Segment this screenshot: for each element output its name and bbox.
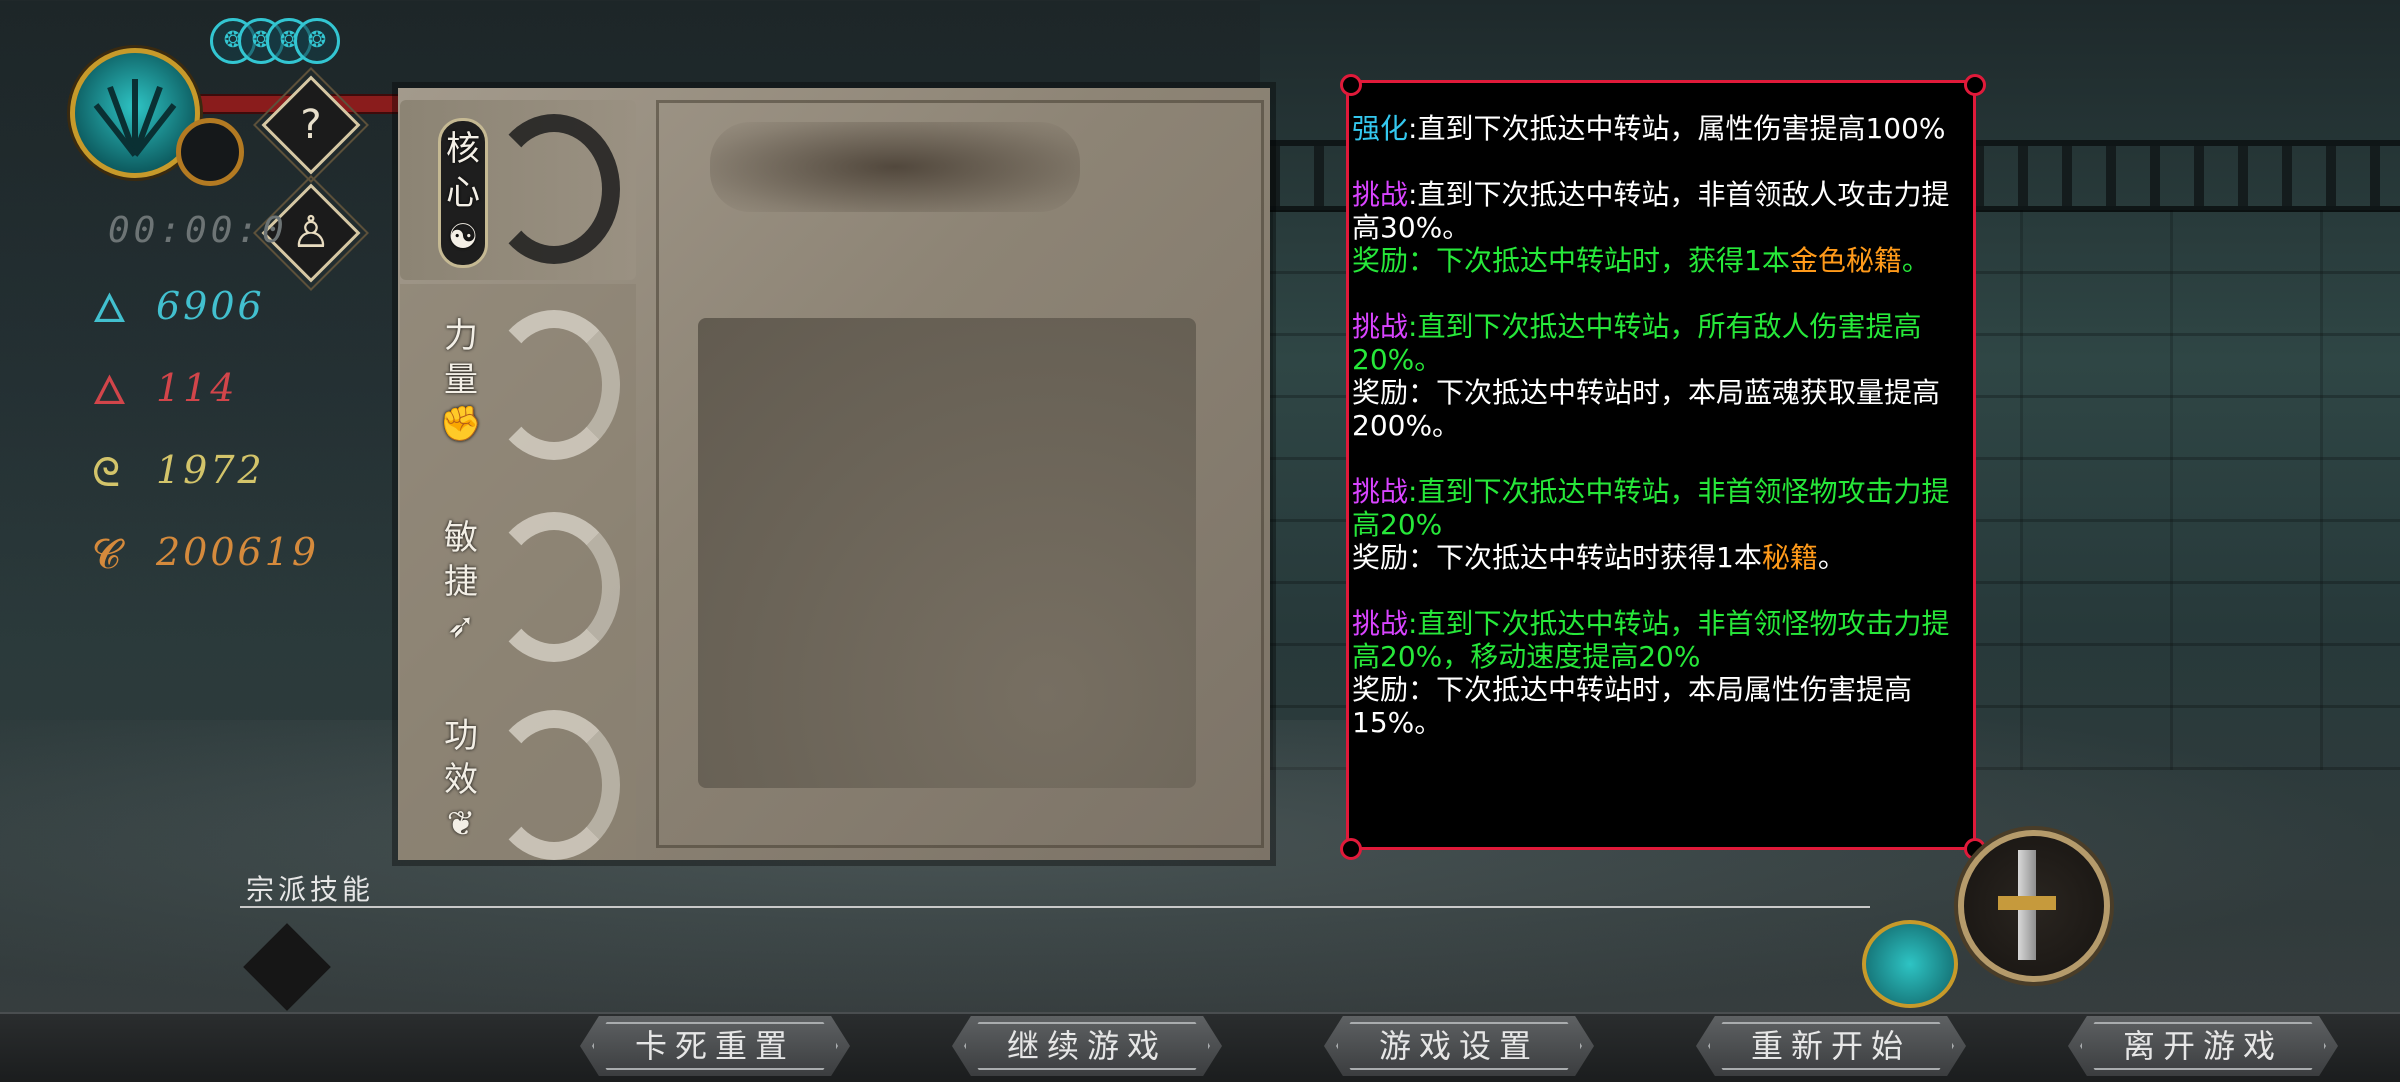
swords-fan-icon — [93, 79, 177, 157]
skill-ring[interactable] — [176, 118, 244, 186]
challenge-text: :直到下次抵达中转站，非首领怪物攻击力提高20% — [1352, 475, 1950, 541]
leaf-icon: ❦ — [446, 804, 476, 844]
challenge-text: :直到下次抵达中转站，非首领怪物攻击力提高20%，移动速度提高20% — [1352, 607, 1950, 673]
enhance-text: :直到下次抵达中转站，属性伤害提高100% — [1408, 112, 1946, 145]
restart-label: 重新开始 — [1750, 1027, 1911, 1065]
quit-game-button[interactable]: 离开游戏 — [2068, 1016, 2338, 1076]
reset-stuck-button[interactable]: 卡死重置 — [580, 1016, 850, 1076]
tab-agility-label: 敏捷 — [444, 518, 478, 602]
blessing-info-text: 强化:直到下次抵达中转站，属性伤害提高100% 挑战:直到下次抵达中转站，非首领… — [1352, 112, 1972, 772]
tab-strength[interactable]: 力量 ✊ — [400, 296, 636, 476]
red-soul-value: 114 — [156, 366, 238, 410]
ink-ring — [488, 512, 620, 662]
gold-soul-value: 1972 — [156, 448, 265, 492]
reward-text: 奖励：下次抵达中转站时，本局蓝魂获取量提高 200%。 — [1352, 376, 1941, 442]
challenge-entry: 挑战:直到下次抵达中转站，非首领怪物攻击力提高20%，移动速度提高20% 奖励：… — [1352, 607, 1972, 739]
tab-strength-label: 力量 — [444, 316, 478, 400]
blue-soul-icon: 🜂 — [92, 286, 127, 332]
reward-highlight: 秘籍 — [1761, 541, 1818, 574]
red-soul-icon: 🜂 — [92, 368, 127, 414]
frame-corner-ornament — [1964, 74, 1986, 96]
reset-stuck-label: 卡死重置 — [634, 1027, 795, 1065]
challenge-tag: 挑战 — [1352, 475, 1409, 508]
run-timer: 00:00:0 — [108, 210, 288, 251]
ink-ring — [488, 710, 620, 860]
spirit-orb-icon: ❂ — [294, 18, 340, 64]
red-soul-stat: 🜂 114 — [92, 362, 352, 422]
dash-icon: ➶ — [446, 606, 476, 646]
continue-game-button[interactable]: 继续游戏 — [952, 1016, 1222, 1076]
gold-soul-stat: ᘓ 1972 — [92, 444, 352, 504]
sect-emblem-icon[interactable] — [1862, 920, 1958, 1008]
sect-skills-label: 宗派技能 — [246, 873, 375, 906]
tab-agility[interactable]: 敏捷 ➶ — [400, 498, 636, 678]
talent-tabs: 核心 ☯ 力量 ✊ 敏捷 ➶ 功效 ❦ — [400, 100, 636, 860]
tab-efficacy-label: 功效 — [444, 716, 478, 800]
tab-core-label: 核心 — [446, 129, 480, 213]
help-button[interactable]: ? — [253, 67, 369, 183]
reward-highlight: 金色秘籍 — [1789, 244, 1902, 277]
challenge-entry: 挑战:直到下次抵达中转站，非首领敌人攻击力提高30%。 奖励：下次抵达中转站时，… — [1352, 178, 1972, 277]
quit-game-label: 离开游戏 — [2122, 1027, 2283, 1065]
spirit-orbs: ❂ ❂ ❂ ❂ — [210, 18, 340, 64]
coin-stat: 𝓒 200619 — [92, 526, 352, 586]
reward-text: 奖励：下次抵达中转站时，获得1本 — [1352, 244, 1790, 277]
ink-ring — [488, 114, 620, 264]
challenge-tag: 挑战 — [1352, 310, 1409, 343]
gold-soul-icon: ᘓ — [92, 450, 121, 496]
sword-guard — [1998, 896, 2056, 910]
blue-soul-stat: 🜂 6906 — [92, 280, 352, 340]
reward-suffix: 。 — [1901, 244, 1930, 277]
challenge-entry: 挑战:直到下次抵达中转站，非首领怪物攻击力提高20% 奖励：下次抵达中转站时获得… — [1352, 475, 1972, 574]
fist-icon: ✊ — [439, 404, 483, 444]
reward-suffix: 。 — [1817, 541, 1846, 574]
reward-text: 奖励：下次抵达中转站时，本局属性伤害提高15%。 — [1352, 673, 1913, 739]
coin-value: 200619 — [156, 530, 320, 574]
yin-yang-icon: ☯ — [447, 217, 479, 257]
continue-game-label: 继续游戏 — [1006, 1027, 1167, 1065]
sect-skills-divider — [240, 906, 1870, 908]
question-icon: ? — [300, 102, 322, 148]
challenge-entry: 挑战:直到下次抵达中转站，所有敌人伤害提高20%。 奖励：下次抵达中转站时，本局… — [1352, 310, 1972, 442]
challenge-text: :直到下次抵达中转站，非首领敌人攻击力提高30%。 — [1352, 178, 1950, 244]
challenge-tag: 挑战 — [1352, 607, 1409, 640]
tab-core[interactable]: 核心 ☯ — [400, 100, 636, 280]
tab-efficacy[interactable]: 功效 ❦ — [400, 696, 636, 876]
talent-title-smudge — [710, 122, 1080, 212]
enhance-tag: 强化 — [1352, 112, 1409, 145]
talent-content-area — [698, 318, 1196, 788]
blue-soul-value: 6906 — [156, 284, 265, 328]
game-settings-button[interactable]: 游戏设置 — [1324, 1016, 1594, 1076]
character-silhouette-icon: ♙ — [291, 207, 331, 258]
restart-button[interactable]: 重新开始 — [1696, 1016, 1966, 1076]
game-settings-label: 游戏设置 — [1378, 1027, 1539, 1065]
reward-text: 奖励：下次抵达中转站时获得1本 — [1352, 541, 1762, 574]
ink-ring — [488, 310, 620, 460]
frame-corner-ornament — [1340, 74, 1362, 96]
coin-icon: 𝓒 — [92, 532, 121, 578]
challenge-text: :直到下次抵达中转站，所有敌人伤害提高20%。 — [1352, 310, 1922, 376]
frame-corner-ornament — [1340, 838, 1362, 860]
challenge-tag: 挑战 — [1352, 178, 1409, 211]
enhance-entry: 强化:直到下次抵达中转站，属性伤害提高100% — [1352, 112, 1972, 145]
